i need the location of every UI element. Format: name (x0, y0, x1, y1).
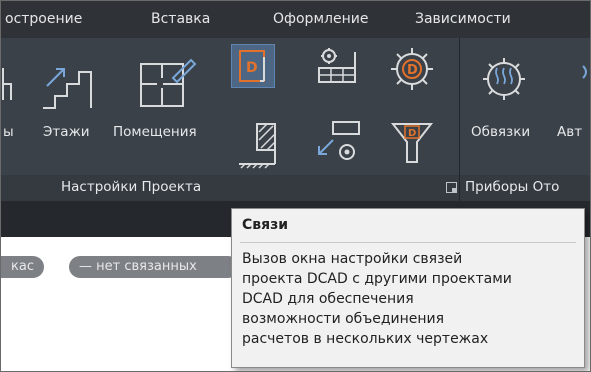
radiator-gear-icon (483, 58, 525, 100)
panel-title-project-settings: Настройки Проекта (61, 179, 202, 195)
tooltip: Связи Вызов окна настройки связей проект… (231, 208, 585, 368)
auto-label: Авт (557, 124, 583, 140)
stairs-icon (43, 68, 92, 109)
panel-title-heating-devices: Приборы Ото (465, 179, 560, 195)
floor-plan-icon (140, 58, 197, 107)
panel-launcher-icon[interactable] (446, 182, 457, 193)
tab-dependencies[interactable]: Зависимости (415, 11, 511, 27)
rooms-button[interactable]: Помещения (111, 46, 223, 141)
dcad-gear-icon[interactable]: D (387, 44, 437, 94)
gear-table-icon[interactable] (313, 46, 361, 86)
dcad-filter-icon[interactable]: D (387, 118, 437, 168)
link-gear-icon[interactable] (313, 118, 365, 166)
tooltip-body: Вызов окна настройки связей проекта DCAD… (242, 249, 582, 349)
tooltip-divider (240, 242, 576, 243)
panel-separator (459, 38, 460, 201)
bindings-button[interactable]: Обвязки (471, 46, 541, 141)
partial-icon (582, 65, 587, 79)
partial-left-label: ы (3, 124, 14, 140)
rooms-label: Помещения (113, 124, 197, 140)
status-pill-left[interactable]: кас (1, 256, 44, 278)
tab-design[interactable]: Оформление (273, 11, 368, 27)
floors-button[interactable]: Этажи (39, 46, 101, 141)
tab-insert[interactable]: Вставка (151, 11, 210, 27)
tooltip-title: Связи (242, 217, 289, 233)
status-pill-links[interactable]: — нет связанных (69, 256, 239, 278)
auto-button[interactable]: Авт (553, 46, 590, 141)
tab-construction[interactable]: остроение (5, 11, 82, 27)
app-window: остроение Вставка Оформление Зависимости… (0, 0, 591, 372)
wall-hatch-icon[interactable] (235, 120, 285, 170)
links-button[interactable]: D (231, 44, 275, 88)
bindings-label: Обвязки (471, 124, 531, 140)
tooltip-line: возможности объединения (242, 311, 445, 327)
tooltip-line: Вызов окна настройки связей (242, 251, 463, 267)
dcad-document-icon: D (239, 50, 265, 82)
svg-text:D: D (408, 128, 416, 139)
ribbon: ы Этажи Помещения D D D Обвязки Авт Наст… (1, 38, 590, 201)
floors-label: Этажи (43, 124, 90, 140)
tooltip-line: проекта DCAD с другими проектами (242, 271, 512, 287)
partial-left-icon (2, 68, 12, 100)
tooltip-line: расчетов в нескольких чертежах (242, 331, 489, 347)
tooltip-line: DCAD для обеспечения (242, 291, 414, 307)
svg-text:D: D (407, 63, 418, 78)
ribbon-tab-bar: остроение Вставка Оформление Зависимости (1, 1, 590, 38)
svg-text:D: D (246, 60, 258, 76)
